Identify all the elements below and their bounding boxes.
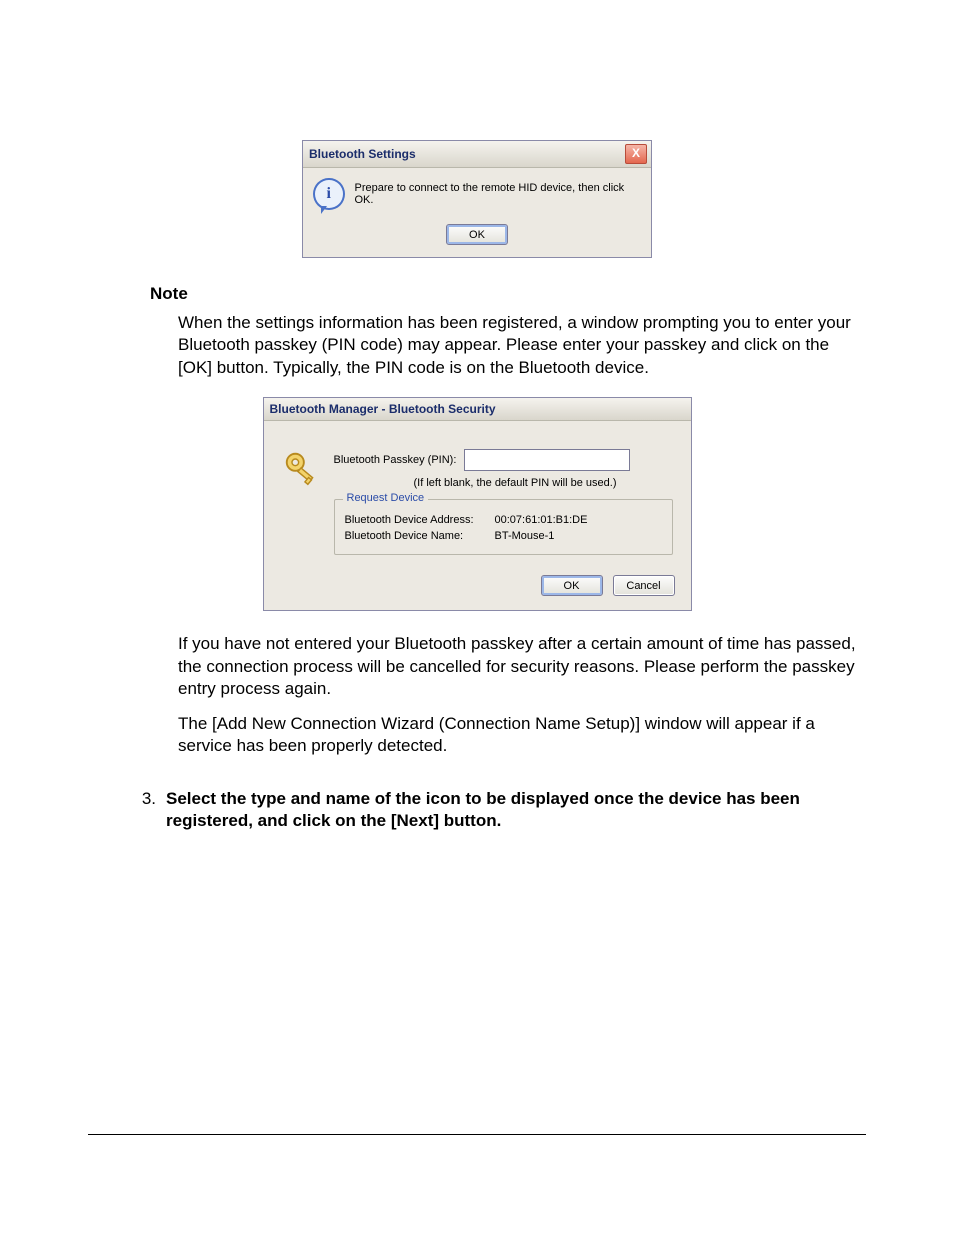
dialog2-wrapper: Bluetooth Manager - Bluetooth Security B…: [88, 379, 866, 611]
bluetooth-settings-dialog: Bluetooth Settings X i Prepare to connec…: [302, 140, 652, 258]
device-name-value: BT-Mouse-1: [495, 530, 555, 542]
dialog2-fields: Bluetooth Passkey (PIN): (If left blank,…: [334, 449, 673, 555]
step-3: 3. Select the type and name of the icon …: [126, 788, 866, 834]
pin-hint: (If left blank, the default PIN will be …: [414, 477, 673, 489]
paragraph-1: When the settings information has been r…: [178, 312, 866, 379]
dialog1-body: i Prepare to connect to the remote HID d…: [303, 168, 651, 257]
ok-button[interactable]: OK: [446, 224, 508, 245]
dialog1-content-row: i Prepare to connect to the remote HID d…: [313, 178, 641, 210]
dialog1-titlebar: Bluetooth Settings X: [303, 141, 651, 168]
dialog1-button-row: OK: [313, 224, 641, 245]
dialog2-body: Bluetooth Passkey (PIN): (If left blank,…: [264, 421, 691, 567]
bluetooth-security-dialog: Bluetooth Manager - Bluetooth Security B…: [263, 397, 692, 611]
key-icon: [282, 449, 320, 487]
note-heading: Note: [150, 284, 866, 304]
group-title: Request Device: [343, 492, 429, 504]
dialog1-wrapper: Bluetooth Settings X i Prepare to connec…: [88, 140, 866, 258]
dialog2-title: Bluetooth Manager - Bluetooth Security: [270, 402, 496, 416]
step-text: Select the type and name of the icon to …: [166, 788, 866, 834]
paragraph-2: If you have not entered your Bluetooth p…: [178, 633, 866, 700]
info-icon: i: [313, 178, 345, 210]
document-page: Bluetooth Settings X i Prepare to connec…: [0, 0, 954, 1235]
device-address-label: Bluetooth Device Address:: [345, 514, 495, 526]
dialog2-button-row: OK Cancel: [264, 567, 691, 610]
pin-input[interactable]: [464, 449, 630, 471]
dialog1-message: Prepare to connect to the remote HID dev…: [355, 178, 642, 206]
dialog2-titlebar: Bluetooth Manager - Bluetooth Security: [264, 398, 691, 421]
footer-rule: [88, 1134, 866, 1135]
pin-row: Bluetooth Passkey (PIN):: [334, 449, 673, 471]
device-name-row: Bluetooth Device Name: BT-Mouse-1: [345, 530, 662, 542]
request-device-group: Request Device Bluetooth Device Address:…: [334, 499, 673, 555]
cancel-button[interactable]: Cancel: [613, 575, 675, 596]
ok-button[interactable]: OK: [541, 575, 603, 596]
dialog1-title: Bluetooth Settings: [309, 147, 416, 161]
step-number: 3.: [126, 788, 166, 834]
pin-label: Bluetooth Passkey (PIN):: [334, 454, 457, 466]
device-address-value: 00:07:61:01:B1:DE: [495, 514, 588, 526]
device-name-label: Bluetooth Device Name:: [345, 530, 495, 542]
device-address-row: Bluetooth Device Address: 00:07:61:01:B1…: [345, 514, 662, 526]
paragraph-3: The [Add New Connection Wizard (Connecti…: [178, 713, 866, 758]
close-icon[interactable]: X: [625, 144, 647, 164]
